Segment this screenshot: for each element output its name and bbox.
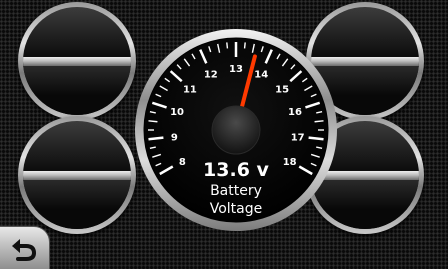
major-tick: [308, 136, 324, 141]
tick-label: 11: [183, 85, 197, 96]
minor-tick: [226, 42, 229, 49]
voltage-readout: 13.6 v: [203, 159, 269, 181]
tick-label: 16: [288, 107, 302, 118]
tick-label: 13: [229, 64, 243, 75]
gauge-slot-lower: [23, 66, 131, 115]
minor-tick: [243, 42, 246, 49]
tick-label: 17: [291, 132, 305, 143]
gauge-slot-bar: [23, 171, 131, 180]
gauge-label-line1: Battery: [210, 183, 262, 199]
gauge-slot-lower: [23, 180, 131, 229]
gauge-slot-bar: [23, 57, 131, 66]
tick-label: 8: [179, 157, 186, 168]
tick-label: 15: [275, 85, 289, 96]
gauge-slot-face: [23, 7, 131, 115]
back-arrow-icon: [12, 239, 36, 261]
back-button[interactable]: [0, 226, 50, 269]
minor-tick: [148, 120, 158, 123]
tick-label: 12: [204, 69, 218, 80]
gauge-slot-top-left[interactable]: [18, 2, 136, 120]
gauge-slot-bottom-left[interactable]: [18, 116, 136, 234]
gauge-hub: [211, 105, 261, 155]
tick-label: 9: [171, 132, 178, 143]
major-tick: [148, 136, 164, 141]
tick-label: 10: [170, 107, 184, 118]
tick-label: 18: [283, 157, 297, 168]
battery-voltage-gauge[interactable]: 8 9 10 11 12 13 14 15 16 17 18 13.6 v Battery Volt…: [134, 28, 338, 232]
tick-label: 14: [254, 69, 268, 80]
gauge-slot-face: [23, 121, 131, 229]
minor-tick: [314, 120, 324, 123]
gauge-label-line2: Voltage: [210, 201, 263, 217]
